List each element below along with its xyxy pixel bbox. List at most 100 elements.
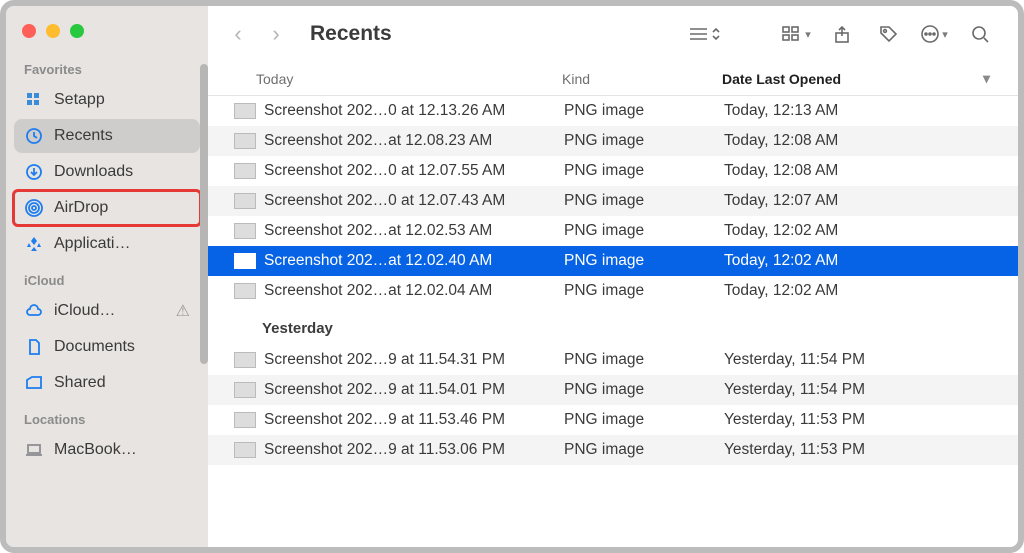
grid-icon [781,25,803,43]
file-kind: PNG image [564,192,724,210]
file-thumbnail-icon [234,382,256,398]
file-date: Today, 12:02 AM [724,252,1018,270]
file-row[interactable]: Screenshot 202…0 at 12.13.26 AMPNG image… [208,96,1018,126]
file-date: Yesterday, 11:53 PM [724,441,1018,459]
file-thumbnail-icon [234,283,256,299]
file-name: Screenshot 202…at 12.02.53 AM [264,222,564,240]
file-date: Today, 12:08 AM [724,162,1018,180]
action-menu-button[interactable]: ▾ [916,18,952,50]
sidebar-item-label: Shared [54,374,106,392]
sidebar-section-label: Favorites [6,52,208,81]
column-date[interactable]: Date Last Opened ▾ [722,70,1018,87]
file-thumbnail-icon [234,352,256,368]
sidebar-item-setapp[interactable]: Setapp [14,83,200,117]
sidebar-item-icloud[interactable]: iCloud…⚠ [14,294,200,328]
sidebar-item-airdrop[interactable]: AirDrop [14,191,200,225]
finder-window: Favorites Setapp Recents Downloads AirDrop Ap… [0,0,1024,553]
file-row[interactable]: Screenshot 202…9 at 11.53.06 PMPNG image… [208,435,1018,465]
sidebar-item-shared[interactable]: Shared [14,366,200,400]
clock-icon [24,126,44,146]
sidebar-item-label: Applicati… [54,235,130,253]
window-title: Recents [310,22,392,46]
chevron-down-icon: ▾ [983,70,990,87]
close-button[interactable] [22,24,36,38]
cloud-icon [24,301,44,321]
file-kind: PNG image [564,102,724,120]
updown-icon [711,25,721,43]
file-kind: PNG image [564,381,724,399]
group-by-button[interactable]: ▾ [778,18,814,50]
apps-icon [24,234,44,254]
file-name: Screenshot 202…0 at 12.07.55 AM [264,162,564,180]
share-icon [832,24,852,44]
search-icon [970,24,990,44]
sidebar-item-label: MacBook… [54,441,137,459]
file-kind: PNG image [564,252,724,270]
file-name: Screenshot 202…at 12.02.04 AM [264,282,564,300]
sidebar-item-recents[interactable]: Recents [14,119,200,153]
file-row[interactable]: Screenshot 202…at 12.02.40 AMPNG imageTo… [208,246,1018,276]
file-thumbnail-icon [234,223,256,239]
sidebar-item-documents[interactable]: Documents [14,330,200,364]
file-row[interactable]: Screenshot 202…9 at 11.53.46 PMPNG image… [208,405,1018,435]
file-name: Screenshot 202…0 at 12.13.26 AM [264,102,564,120]
file-row[interactable]: Screenshot 202…0 at 12.07.43 AMPNG image… [208,186,1018,216]
file-date: Today, 12:07 AM [724,192,1018,210]
search-button[interactable] [962,18,998,50]
sidebar-item-applicati[interactable]: Applicati… [14,227,200,261]
file-kind: PNG image [564,222,724,240]
sidebar: Favorites Setapp Recents Downloads AirDrop Ap… [6,6,208,547]
file-thumbnail-icon [234,412,256,428]
file-kind: PNG image [564,351,724,369]
doc-icon [24,337,44,357]
chevron-down-icon: ▾ [805,28,811,41]
column-date-label: Date Last Opened [722,71,841,87]
file-list: Screenshot 202…0 at 12.13.26 AMPNG image… [208,96,1018,547]
file-row[interactable]: Screenshot 202…9 at 11.54.31 PMPNG image… [208,345,1018,375]
file-row[interactable]: Screenshot 202…9 at 11.54.01 PMPNG image… [208,375,1018,405]
file-name: Screenshot 202…9 at 11.53.46 PM [264,411,564,429]
main-pane: ‹ › Recents ▾ [208,6,1018,547]
zoom-button[interactable] [70,24,84,38]
shared-icon [24,373,44,393]
file-row[interactable]: Screenshot 202…at 12.02.04 AMPNG imageTo… [208,276,1018,306]
list-icon [687,25,711,43]
sidebar-item-label: Downloads [54,163,133,181]
share-button[interactable] [824,18,860,50]
ellipsis-circle-icon [920,24,940,44]
file-row[interactable]: Screenshot 202…at 12.08.23 AMPNG imageTo… [208,126,1018,156]
file-thumbnail-icon [234,163,256,179]
sidebar-item-downloads[interactable]: Downloads [14,155,200,189]
file-date: Today, 12:08 AM [724,132,1018,150]
file-row[interactable]: Screenshot 202…0 at 12.07.55 AMPNG image… [208,156,1018,186]
file-row[interactable]: Screenshot 202…at 12.02.53 AMPNG imageTo… [208,216,1018,246]
window-controls [6,16,208,52]
sidebar-item-label: iCloud… [54,302,115,320]
file-name: Screenshot 202…9 at 11.54.01 PM [264,381,564,399]
file-name: Screenshot 202…at 12.02.40 AM [264,252,564,270]
column-kind[interactable]: Kind [562,71,722,87]
sidebar-item-label: AirDrop [54,199,108,217]
file-name: Screenshot 202…9 at 11.54.31 PM [264,351,564,369]
group-label: Yesterday [208,306,1018,345]
airdrop-icon [24,198,44,218]
file-date: Today, 12:13 AM [724,102,1018,120]
file-name: Screenshot 202…at 12.08.23 AM [264,132,564,150]
sidebar-scrollbar[interactable] [200,64,208,364]
view-list-button[interactable] [686,18,722,50]
column-header-row: Today Kind Date Last Opened ▾ [208,62,1018,96]
column-name[interactable]: Today [256,71,562,87]
tag-icon [878,24,898,44]
nav-forward-button[interactable]: › [262,21,290,47]
file-kind: PNG image [564,132,724,150]
nav-back-button[interactable]: ‹ [224,21,252,47]
tags-button[interactable] [870,18,906,50]
file-date: Yesterday, 11:54 PM [724,381,1018,399]
chevron-down-icon: ▾ [942,28,948,41]
sidebar-item-label: Setapp [54,91,105,109]
setapp-icon [24,90,44,110]
sidebar-item-macbook[interactable]: MacBook… [14,433,200,467]
file-date: Yesterday, 11:53 PM [724,411,1018,429]
file-thumbnail-icon [234,103,256,119]
minimize-button[interactable] [46,24,60,38]
